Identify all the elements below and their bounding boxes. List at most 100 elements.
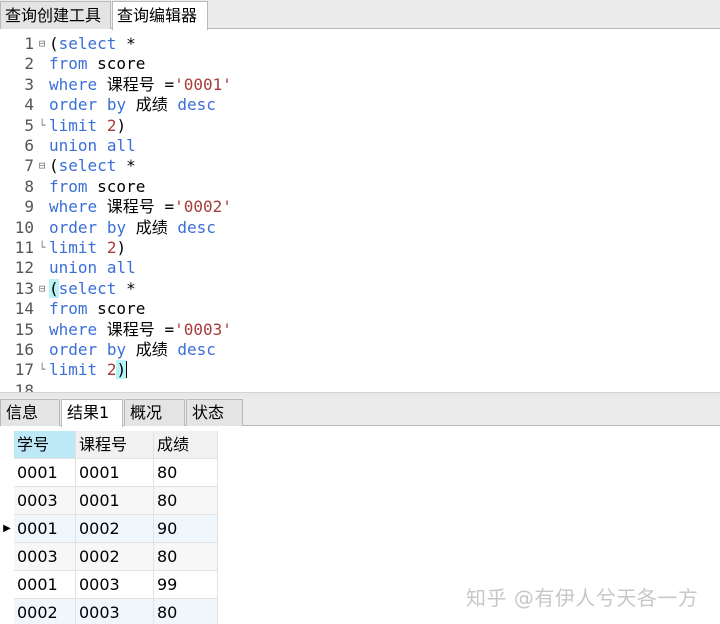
code-line[interactable]: 5 └ limit 2) xyxy=(0,116,720,136)
tab-status[interactable]: 状态 xyxy=(186,399,243,426)
sql-keyword: order xyxy=(49,95,98,115)
code-line[interactable]: 8 from score xyxy=(0,177,720,197)
table-cell[interactable]: 0003 xyxy=(14,543,76,571)
sql-number: 2 xyxy=(106,115,117,135)
code-line[interactable]: 1 ⊟ (select * xyxy=(0,34,720,54)
code-line[interactable]: 3 where 课程号 ='0001' xyxy=(0,75,720,95)
sql-number: 2 xyxy=(106,360,117,380)
code-token: ) xyxy=(116,115,127,135)
sql-keyword: select xyxy=(58,34,117,53)
code-token: 课程号 = xyxy=(97,74,175,94)
sql-editor[interactable]: 1 ⊟ (select * 2 from score 3 where 课程号 ='0001'… xyxy=(0,30,720,392)
line-number: 13 xyxy=(14,278,34,298)
table-row[interactable]: 0003 0001 80 xyxy=(0,487,218,515)
sql-string: '0001' xyxy=(174,74,232,94)
code-token: * xyxy=(116,278,136,298)
code-line[interactable]: 11 └ limit 2) xyxy=(0,238,720,258)
table-cell[interactable]: 0003 xyxy=(76,571,154,599)
tab-profile[interactable]: 概况 xyxy=(124,399,185,426)
line-number: 12 xyxy=(14,258,34,278)
table-cell[interactable]: 0001 xyxy=(14,515,76,543)
table-cell[interactable]: 80 xyxy=(154,459,218,487)
table-cell[interactable]: 80 xyxy=(154,543,218,571)
table-cell[interactable]: 0002 xyxy=(76,515,154,543)
fold-guide: └ xyxy=(38,363,46,377)
table-cell[interactable]: 0002 xyxy=(14,599,76,624)
table-row[interactable]: 0002 0003 80 xyxy=(0,599,218,624)
code-line[interactable]: 13 ⊟ (select * xyxy=(0,278,720,299)
code-text: order by 成绩 desc xyxy=(49,218,216,238)
sql-keyword: where xyxy=(49,74,98,94)
code-line[interactable]: 6 union all xyxy=(0,136,720,156)
table-cell[interactable]: 0001 xyxy=(76,487,154,515)
table-row[interactable]: 0001 0001 80 xyxy=(0,459,218,487)
table-cell[interactable]: 0001 xyxy=(14,571,76,599)
sql-keyword: by xyxy=(106,217,127,237)
table-row[interactable]: 0001 0003 99 xyxy=(0,571,218,599)
line-number: 1 xyxy=(24,34,34,53)
sql-keyword: union xyxy=(49,258,98,278)
code-text: from score xyxy=(49,299,145,319)
code-line[interactable]: 4 order by 成绩 desc xyxy=(0,95,720,115)
row-indicator xyxy=(0,431,14,459)
column-header-score[interactable]: 成绩 xyxy=(154,431,218,459)
tab-info[interactable]: 信息 xyxy=(0,399,60,426)
table-cell[interactable]: 99 xyxy=(154,571,218,599)
sql-keyword: desc xyxy=(177,217,216,237)
code-line[interactable]: 17 └ limit 2) xyxy=(0,360,720,380)
line-number: 3 xyxy=(24,74,34,94)
line-number: 11 xyxy=(14,238,34,257)
sql-keyword: order xyxy=(49,217,98,237)
code-line[interactable]: 2 from score xyxy=(0,54,720,74)
tab-query-editor[interactable]: 查询编辑器 xyxy=(112,1,208,30)
code-text: limit 2) xyxy=(49,238,126,258)
code-text: where 课程号 ='0003' xyxy=(49,320,232,340)
current-row-arrow-icon: ▶ xyxy=(3,523,11,534)
code-line[interactable]: 18 xyxy=(0,381,720,392)
sql-keyword: select xyxy=(58,278,117,298)
code-line[interactable]: 14 from score xyxy=(0,299,720,319)
code-token: 成绩 xyxy=(126,217,178,237)
table-cell[interactable]: 80 xyxy=(154,599,218,624)
code-line[interactable]: 7 ⊟ (select * xyxy=(0,156,720,176)
code-token: score xyxy=(87,176,146,196)
tab-result-1[interactable]: 结果1 xyxy=(61,399,123,427)
table-cell[interactable]: 0001 xyxy=(76,459,154,487)
code-text: limit 2) xyxy=(49,116,126,136)
code-line[interactable]: 10 order by 成绩 desc xyxy=(0,218,720,238)
code-line[interactable]: 12 union all xyxy=(0,258,720,278)
column-header-course-id[interactable]: 课程号 xyxy=(76,431,154,459)
line-number: 14 xyxy=(14,299,34,319)
code-token: ( xyxy=(49,156,59,176)
table-row[interactable]: 0003 0002 80 xyxy=(0,543,218,571)
sql-keyword: limit xyxy=(49,360,98,380)
row-indicator xyxy=(0,487,14,515)
table-cell[interactable]: 0003 xyxy=(14,487,76,515)
code-text: from score xyxy=(49,54,145,74)
sql-string: '0003' xyxy=(174,319,232,339)
table-row[interactable]: ▶ 0001 0002 90 xyxy=(0,515,218,543)
table-cell[interactable]: 0002 xyxy=(76,543,154,571)
result-grid[interactable]: 学号 课程号 成绩 0001 0001 80 0003 0001 80 ▶ 00… xyxy=(0,431,218,624)
sql-keyword: from xyxy=(49,299,88,319)
sql-keyword: limit xyxy=(49,115,98,135)
tab-query-builder[interactable]: 查询创建工具 xyxy=(0,1,111,29)
code-token: ) xyxy=(116,238,127,257)
fold-toggle-icon[interactable]: ⊟ xyxy=(37,34,47,54)
table-cell[interactable]: 90 xyxy=(154,515,218,543)
code-line[interactable]: 15 where 课程号 ='0003' xyxy=(0,320,720,340)
sql-keyword: from xyxy=(49,176,88,196)
row-indicator xyxy=(0,599,14,624)
code-line[interactable]: 16 order by 成绩 desc xyxy=(0,340,720,360)
code-text: (select * xyxy=(49,34,136,54)
code-token: 成绩 xyxy=(126,340,178,359)
column-header-student-id[interactable]: 学号 xyxy=(14,431,76,459)
bracket-match: ( xyxy=(49,278,59,298)
table-cell[interactable]: 0001 xyxy=(14,459,76,487)
fold-toggle-icon[interactable]: ⊟ xyxy=(37,279,47,299)
fold-toggle-icon[interactable]: ⊟ xyxy=(37,156,47,176)
table-cell[interactable]: 80 xyxy=(154,487,218,515)
table-cell[interactable]: 0003 xyxy=(76,599,154,624)
code-line[interactable]: 9 where 课程号 ='0002' xyxy=(0,197,720,217)
